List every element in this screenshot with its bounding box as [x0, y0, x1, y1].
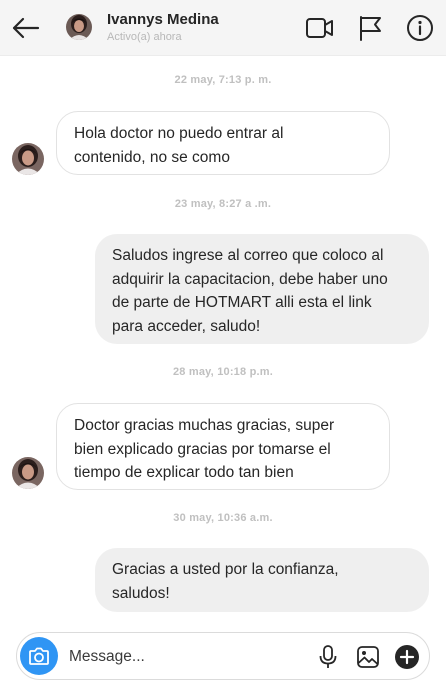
- message-line: tiempo de explicar todo tan bien: [74, 464, 294, 481]
- camera-icon: [29, 647, 49, 665]
- outgoing-message[interactable]: Gracias a usted por la confianza, saludo…: [95, 548, 429, 612]
- back-arrow-icon[interactable]: [10, 14, 42, 42]
- contact-name[interactable]: Ivannys Medina: [107, 11, 219, 28]
- incoming-message[interactable]: Hola doctor no puedo entrar al contenido…: [56, 111, 390, 175]
- avatar[interactable]: [66, 14, 92, 40]
- message-line: bien explicado gracias por tomarse el: [74, 440, 331, 458]
- chat-header: Ivannys Medina Activo(a) ahora: [0, 0, 446, 56]
- date-separator: 22 may, 7:13 p. m.: [174, 74, 272, 86]
- message-line: Saludos ingrese al correo que coloco al: [112, 247, 384, 264]
- image-icon[interactable]: [355, 644, 381, 670]
- video-call-icon[interactable]: [305, 14, 335, 42]
- message-line: contenido, no se como: [74, 148, 230, 166]
- flag-icon[interactable]: [356, 14, 386, 42]
- incoming-message[interactable]: Doctor gracias muchas gracias, super bie…: [56, 403, 390, 490]
- microphone-icon[interactable]: [315, 644, 341, 670]
- message-line: Doctor gracias muchas gracias, super: [74, 417, 335, 434]
- contact-status: Activo(a) ahora: [107, 31, 182, 43]
- message-line: para acceder, saludo!: [112, 317, 261, 335]
- message-line: de parte de HOTMART alli esta el link: [112, 294, 372, 311]
- message-composer: [16, 632, 430, 680]
- message-line: Gracias a usted por la confianza,: [112, 561, 339, 578]
- avatar[interactable]: [12, 457, 44, 489]
- message-line: Hola doctor no puedo entrar al: [74, 125, 284, 142]
- outgoing-message[interactable]: Saludos ingrese al correo que coloco al …: [95, 234, 429, 344]
- message-input[interactable]: [69, 643, 299, 671]
- camera-button[interactable]: [20, 637, 58, 675]
- message-line: saludos!: [112, 584, 170, 602]
- avatar[interactable]: [12, 143, 44, 175]
- message-line: adquirir la capacitacion, debe haber uno: [112, 270, 388, 288]
- date-separator: 30 may, 10:36 a.m.: [173, 512, 273, 524]
- info-icon[interactable]: [406, 14, 436, 42]
- date-separator: 23 may, 8:27 a .m.: [174, 198, 272, 210]
- date-separator: 28 may, 10:18 p.m.: [172, 366, 273, 378]
- plus-icon[interactable]: [394, 644, 420, 670]
